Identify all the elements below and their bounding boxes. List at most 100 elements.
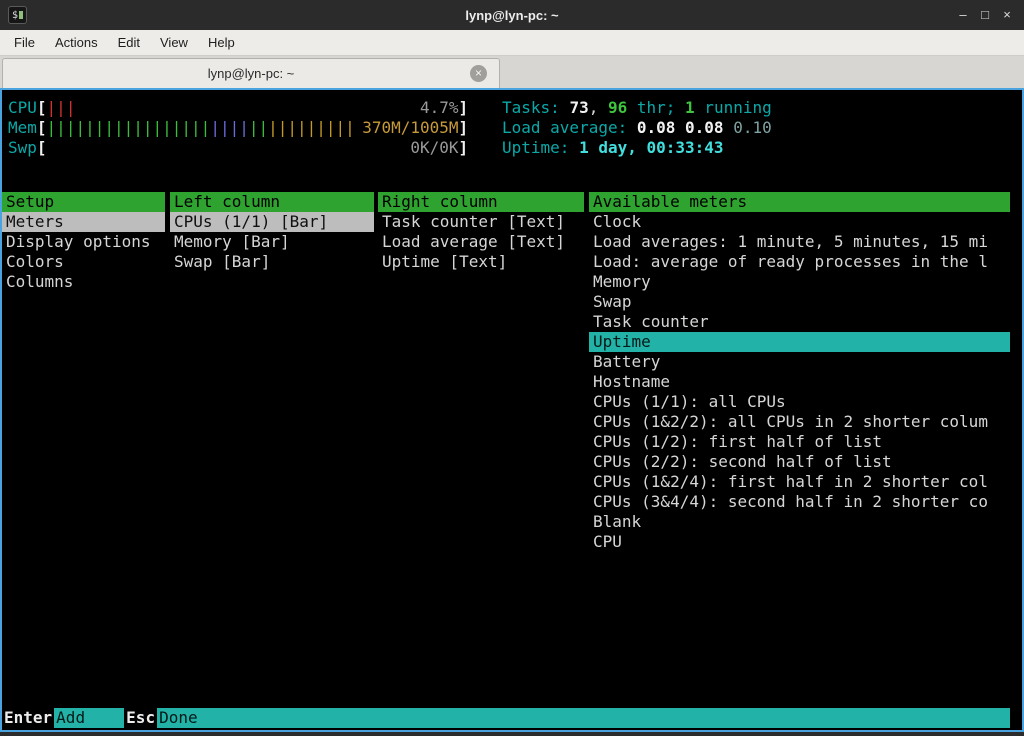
cpu-meter-bar: ||| 4.7% bbox=[47, 98, 459, 118]
swap-meter: Swp[0K/0K] bbox=[8, 138, 468, 158]
terminal-app-icon: $ bbox=[8, 6, 27, 24]
available-meter-item[interactable]: Swap bbox=[589, 292, 1010, 312]
tab-close-icon[interactable]: × bbox=[470, 65, 487, 82]
cpu-meter: CPU[||| 4.7%] bbox=[8, 98, 468, 118]
available-meter-item[interactable]: Battery bbox=[589, 352, 1010, 372]
uptime-value: 1 day, 00:33:43 bbox=[579, 138, 724, 158]
mem-meter: Mem[||||||||||||||||||||||||||||||||370M… bbox=[8, 118, 468, 138]
tasks-label: Tasks: bbox=[502, 98, 569, 118]
uptime-label: Uptime: bbox=[502, 138, 579, 158]
mem-bar-segment-buffers: |||| bbox=[210, 118, 249, 137]
cpu-meter-value: 4.7% bbox=[420, 98, 459, 118]
available-meter-item[interactable]: Blank bbox=[589, 512, 1010, 532]
swap-meter-close-bracket: ] bbox=[459, 138, 469, 158]
mem-meter-value: 370M/1005M bbox=[362, 118, 458, 138]
tasks-count: 73 bbox=[569, 98, 588, 118]
swap-meter-label: Swp bbox=[8, 138, 37, 158]
terminal-screen: CPU[|||4.7%] Mem[|||||||||||||||||||||||… bbox=[0, 88, 1024, 732]
cpu-meter-open-bracket: [ bbox=[37, 98, 47, 118]
load-average-label: Load average: bbox=[502, 118, 637, 138]
mem-meter-open-bracket: [ bbox=[37, 118, 47, 138]
cpu-meter-label: CPU bbox=[8, 98, 37, 118]
maximize-button[interactable]: □ bbox=[974, 4, 996, 26]
uptime-stat: Uptime: 1 day, 00:33:43 bbox=[502, 138, 724, 158]
menu-bar: File Actions Edit View Help bbox=[0, 30, 1024, 56]
panel-right-column-header: Right column bbox=[378, 192, 584, 212]
available-meter-item[interactable]: Task counter bbox=[589, 312, 1010, 332]
available-meter-item[interactable]: CPUs (3&4/4): second half in 2 shorter c… bbox=[589, 492, 1010, 512]
menu-actions[interactable]: Actions bbox=[45, 31, 108, 54]
tab-label: lynp@lyn-pc: ~ bbox=[208, 66, 295, 81]
done-action-button[interactable]: Done bbox=[157, 708, 1010, 728]
menu-help[interactable]: Help bbox=[198, 31, 245, 54]
available-meter-item[interactable]: Memory bbox=[589, 272, 1010, 292]
panel-setup: Setup Meters Display options Colors Colu… bbox=[2, 192, 165, 292]
menu-view[interactable]: View bbox=[150, 31, 198, 54]
tasks-stat: Tasks: 73, 96 thr; 1 running bbox=[502, 98, 772, 118]
mem-bar-segment-used: ||||||||||||||||| bbox=[47, 118, 211, 137]
load-1min: 0.08 bbox=[637, 118, 685, 138]
available-meter-item[interactable]: CPU bbox=[589, 532, 1010, 552]
panel-setup-header: Setup bbox=[2, 192, 165, 212]
window-titlebar: $ lynp@lyn-pc: ~ – □ × bbox=[0, 0, 1024, 30]
setup-item-columns[interactable]: Columns bbox=[2, 272, 165, 292]
load-average-stat: Load average: 0.08 0.08 0.10 bbox=[502, 118, 772, 138]
threads-count: 96 bbox=[608, 98, 627, 118]
window-title: lynp@lyn-pc: ~ bbox=[465, 8, 558, 23]
load-15min: 0.10 bbox=[733, 118, 772, 138]
minimize-button[interactable]: – bbox=[952, 4, 974, 26]
right-column-item[interactable]: Task counter [Text] bbox=[378, 212, 584, 232]
terminal-window: $ lynp@lyn-pc: ~ – □ × File Actions Edit… bbox=[0, 0, 1024, 736]
running-label: running bbox=[695, 98, 772, 118]
right-column-item[interactable]: Load average [Text] bbox=[378, 232, 584, 252]
terminal-app-icon-cursor bbox=[19, 11, 23, 19]
swap-meter-bar: 0K/0K bbox=[47, 138, 459, 158]
threads-label: thr; bbox=[627, 98, 685, 118]
tab-bar: lynp@lyn-pc: ~ × bbox=[0, 56, 1024, 88]
panel-right-column: Right column Task counter [Text] Load av… bbox=[378, 192, 584, 272]
mem-meter-label: Mem bbox=[8, 118, 37, 138]
setup-item-display-options[interactable]: Display options bbox=[2, 232, 165, 252]
add-action-button[interactable]: Add bbox=[54, 708, 124, 728]
left-column-item[interactable]: CPUs (1/1) [Bar] bbox=[170, 212, 374, 232]
right-column-item[interactable]: Uptime [Text] bbox=[378, 252, 584, 272]
available-meter-item[interactable]: Load: average of ready processes in the … bbox=[589, 252, 1010, 272]
window-controls: – □ × bbox=[952, 0, 1018, 30]
panel-available-meters: Available meters Clock Load averages: 1 … bbox=[589, 192, 1010, 552]
available-meter-item[interactable]: Clock bbox=[589, 212, 1010, 232]
mem-meter-bar: ||||||||||||||||||||||||||||||||370M/100… bbox=[47, 118, 459, 138]
terminal-tab[interactable]: lynp@lyn-pc: ~ × bbox=[2, 58, 500, 88]
available-meter-item[interactable]: CPUs (2/2): second half of list bbox=[589, 452, 1010, 472]
cpu-bar-segment: ||| bbox=[47, 98, 76, 117]
left-column-item[interactable]: Memory [Bar] bbox=[170, 232, 374, 252]
menu-file[interactable]: File bbox=[4, 31, 45, 54]
load-5min: 0.08 bbox=[685, 118, 733, 138]
close-button[interactable]: × bbox=[996, 4, 1018, 26]
available-meter-item[interactable]: Hostname bbox=[589, 372, 1010, 392]
terminal-app-icon-glyph: $ bbox=[12, 10, 18, 21]
panel-available-meters-header: Available meters bbox=[589, 192, 1010, 212]
available-meter-item[interactable]: CPUs (1&2/2): all CPUs in 2 shorter colu… bbox=[589, 412, 1010, 432]
enter-key-label: Enter bbox=[2, 708, 54, 728]
available-meter-item[interactable]: CPUs (1&2/4): first half in 2 shorter co… bbox=[589, 472, 1010, 492]
window-bottom-frame bbox=[0, 732, 1024, 736]
mem-meter-close-bracket: ] bbox=[459, 118, 469, 138]
available-meter-item-selected[interactable]: Uptime bbox=[589, 332, 1010, 352]
setup-item-colors[interactable]: Colors bbox=[2, 252, 165, 272]
panel-left-column-header: Left column bbox=[170, 192, 374, 212]
cpu-meter-close-bracket: ] bbox=[459, 98, 469, 118]
panel-left-column: Left column CPUs (1/1) [Bar] Memory [Bar… bbox=[170, 192, 374, 272]
available-meter-item[interactable]: Load averages: 1 minute, 5 minutes, 15 m… bbox=[589, 232, 1010, 252]
mem-bar-segment-used2: || bbox=[249, 118, 268, 137]
available-meter-item[interactable]: CPUs (1/2): first half of list bbox=[589, 432, 1010, 452]
setup-item-meters[interactable]: Meters bbox=[2, 212, 165, 232]
swap-meter-open-bracket: [ bbox=[37, 138, 47, 158]
tasks-separator: , bbox=[589, 98, 608, 118]
mem-bar-segment-cache: ||||||||| bbox=[268, 118, 355, 137]
swap-meter-value: 0K/0K bbox=[410, 138, 458, 158]
menu-edit[interactable]: Edit bbox=[108, 31, 150, 54]
function-bar: EnterAddEscDone bbox=[2, 708, 1010, 728]
left-column-item[interactable]: Swap [Bar] bbox=[170, 252, 374, 272]
available-meter-item[interactable]: CPUs (1/1): all CPUs bbox=[589, 392, 1010, 412]
esc-key-label: Esc bbox=[124, 708, 157, 728]
